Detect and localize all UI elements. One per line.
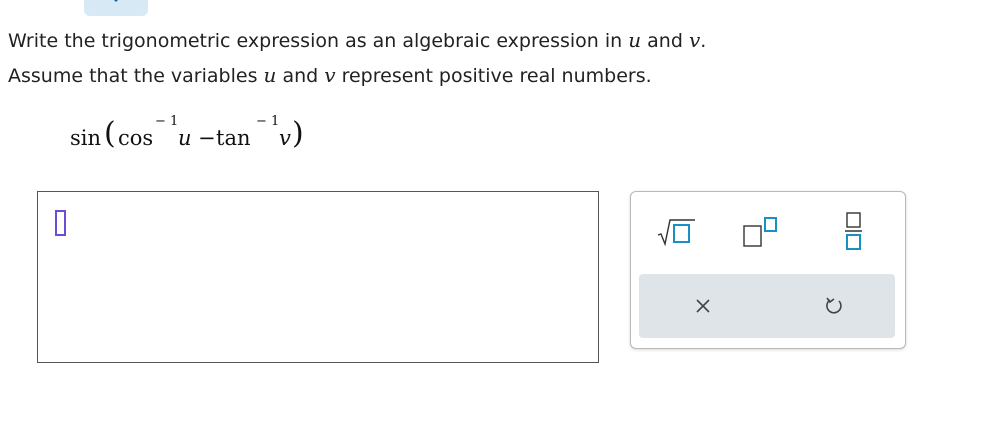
top-tab[interactable] — [84, 0, 148, 16]
fraction-button[interactable] — [845, 212, 863, 252]
chevron-down-icon — [110, 0, 122, 2]
variable-v: v — [688, 28, 701, 52]
variable-u: u — [178, 126, 192, 150]
cos-function: cos — [118, 126, 154, 150]
variable-v: v — [324, 63, 336, 87]
tan-inverse-exponent: − 1 — [256, 114, 280, 129]
sin-function: sin — [70, 126, 102, 150]
answer-input[interactable] — [37, 191, 599, 363]
square-root-icon — [657, 219, 695, 246]
variable-u: u — [263, 63, 277, 87]
fraction-icon — [845, 212, 862, 250]
exponent-button[interactable] — [743, 216, 783, 248]
undo-button[interactable] — [825, 296, 843, 316]
input-cursor-placeholder — [55, 210, 66, 236]
tan-function: tan — [216, 126, 251, 150]
close-icon — [696, 299, 710, 313]
prompt-line-1: Write the trigonometric expression as an… — [8, 28, 707, 52]
cos-inverse-exponent: − 1 — [155, 114, 179, 129]
close-paren: ) — [292, 116, 304, 151]
undo-icon — [826, 297, 842, 314]
action-bar — [639, 274, 895, 338]
open-paren: ( — [104, 116, 116, 151]
variable-u: u — [628, 28, 642, 52]
clear-button[interactable] — [695, 298, 711, 314]
variable-v: v — [279, 126, 291, 150]
square-root-button[interactable] — [657, 218, 697, 246]
minus-sign: − — [198, 126, 216, 150]
prompt-line-2: Assume that the variables u and v repres… — [8, 63, 652, 87]
exponent-icon — [743, 217, 777, 247]
math-palette — [630, 191, 906, 349]
